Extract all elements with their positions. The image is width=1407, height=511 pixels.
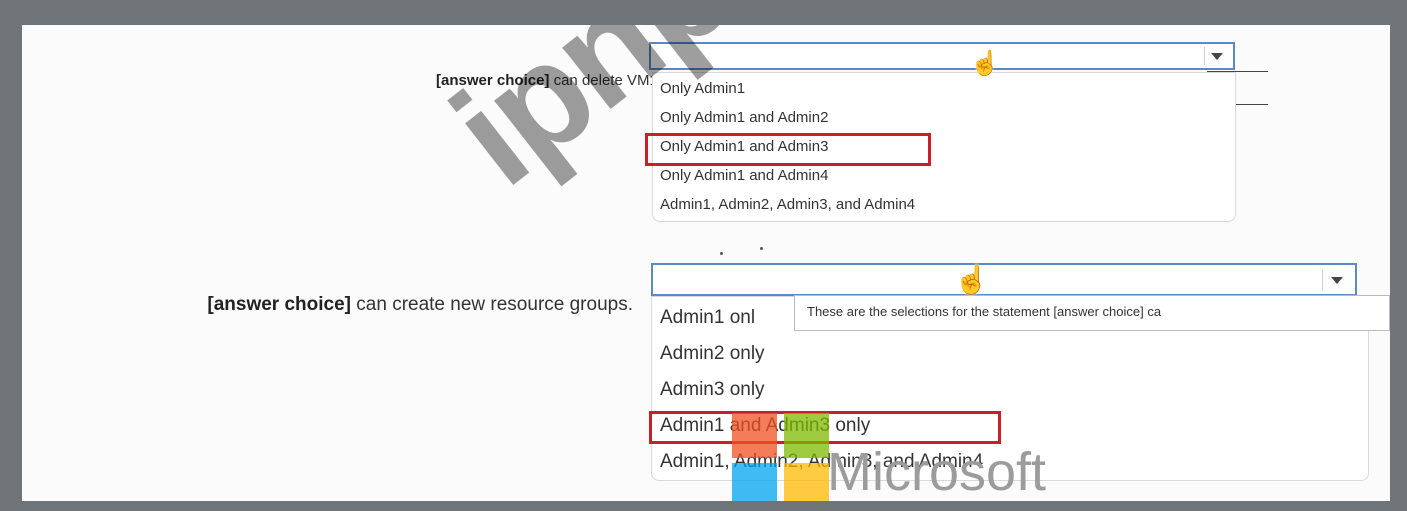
logo-square-blue <box>732 463 777 501</box>
statement-1-option[interactable]: Only Admin1 <box>660 80 745 97</box>
statement-2-option[interactable]: Admin1 onl <box>660 307 755 329</box>
hand-pointer-icon: ☝ <box>954 264 989 295</box>
statement-1-text: can delete VM1. <box>549 72 662 89</box>
chevron-down-icon[interactable] <box>1204 47 1229 65</box>
question-card: [answer choice] can delete VM1. Only Adm… <box>22 25 1390 501</box>
statement-1-label: [answer choice] can delete VM1. <box>436 72 662 89</box>
logo-square-yellow <box>784 463 829 501</box>
statement-1-option[interactable]: Admin1, Admin2, Admin3, and Admin4 <box>660 196 915 213</box>
statement-1-option[interactable]: Only Admin1 and Admin4 <box>660 167 828 184</box>
logo-text: Microsoft <box>827 442 1047 501</box>
statement-2-label: [answer choice] can create new resource … <box>207 294 633 316</box>
hand-pointer-icon: ☝ <box>970 50 1000 77</box>
statement-1-option[interactable]: Only Admin1 and Admin2 <box>660 109 828 126</box>
logo-square-green <box>784 413 829 458</box>
statement-2-dropdown[interactable] <box>651 263 1357 296</box>
dot <box>760 247 763 250</box>
logo-square-red <box>732 413 777 458</box>
answer-highlight-box <box>645 133 931 166</box>
statement-2-text: can create new resource groups. <box>351 294 633 315</box>
statement-1-answer-placeholder: [answer choice] <box>436 72 550 89</box>
dot <box>720 252 723 255</box>
statement-1-dropdown[interactable] <box>649 42 1235 70</box>
tooltip: These are the selections for the stateme… <box>794 295 1390 331</box>
statement-2-option[interactable]: Admin2 only <box>660 343 765 365</box>
statement-2-answer-placeholder: [answer choice] <box>207 294 351 315</box>
chevron-down-icon[interactable] <box>1322 269 1351 291</box>
statement-2-option[interactable]: Admin3 only <box>660 379 765 401</box>
